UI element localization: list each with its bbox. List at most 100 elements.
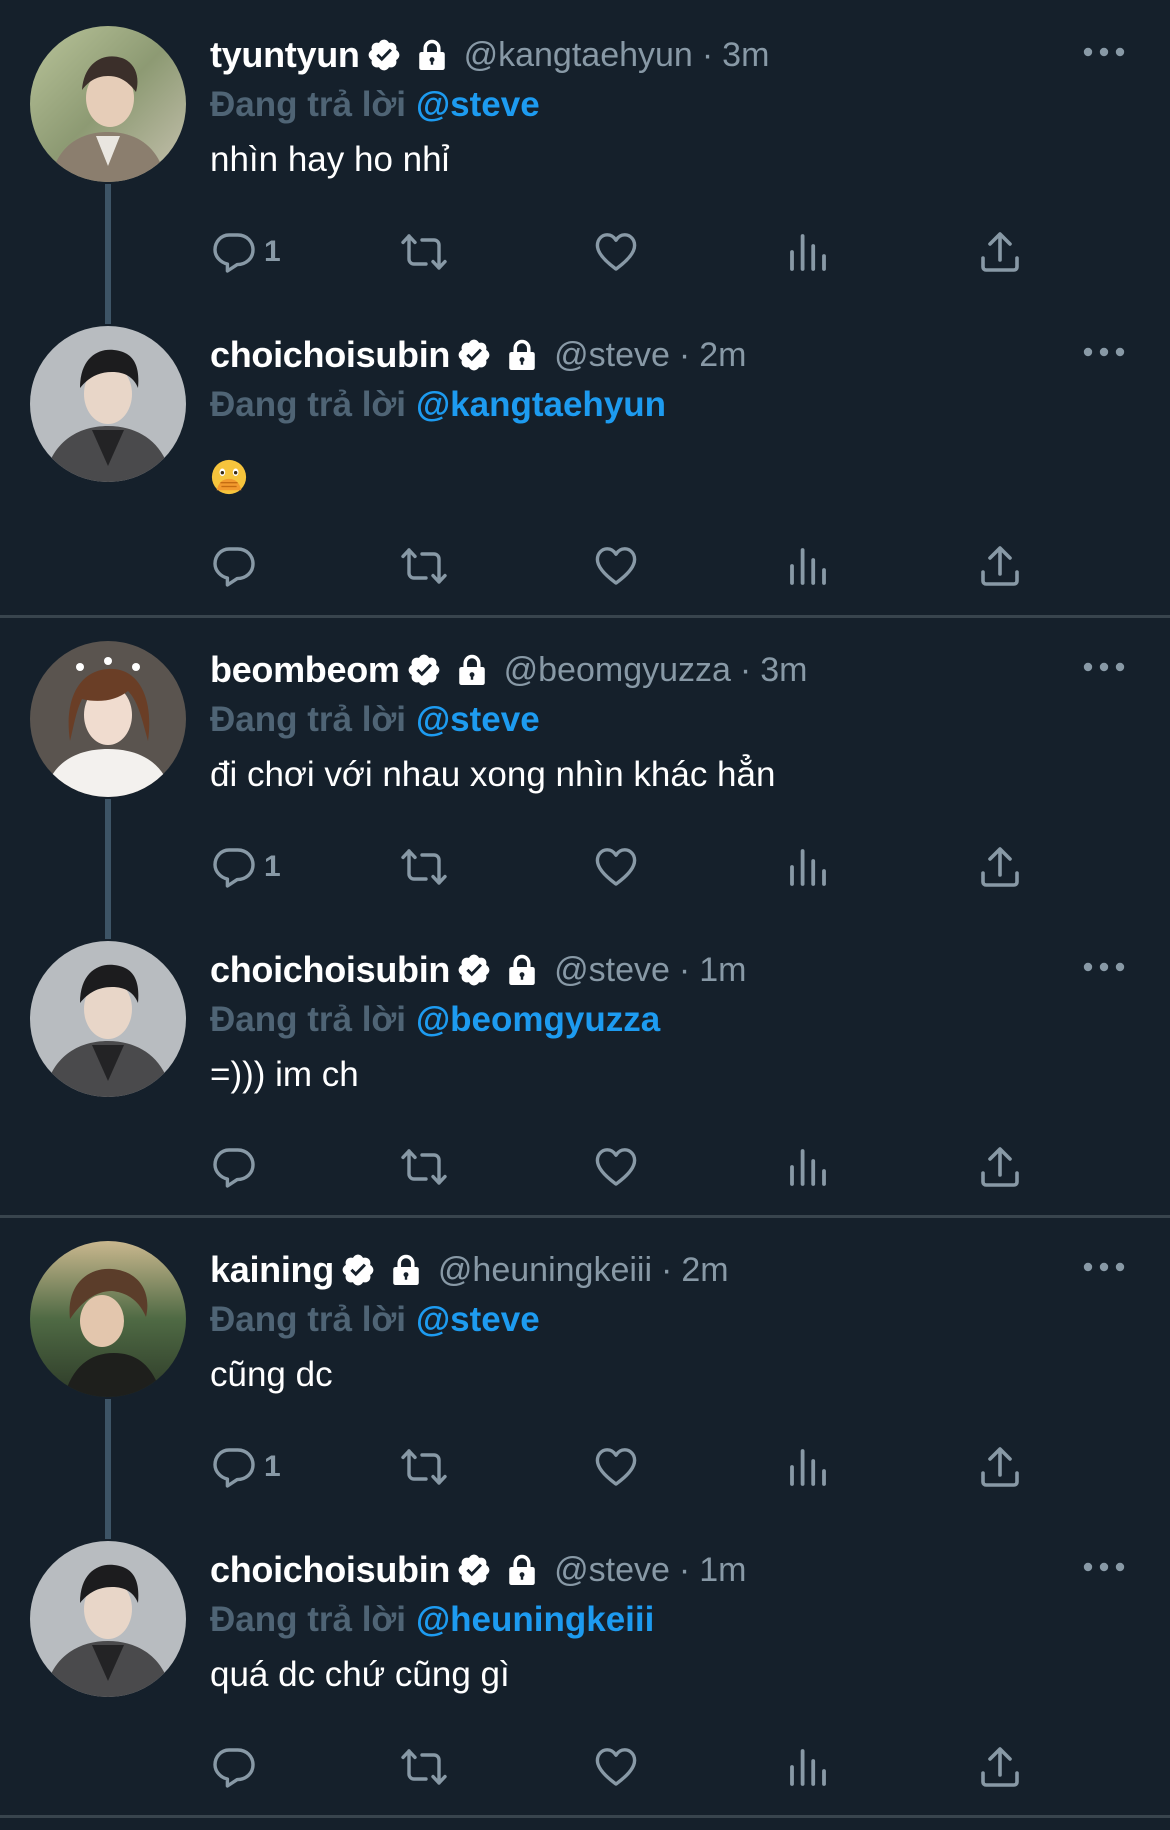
reply-button[interactable]: 1 (210, 837, 281, 897)
timestamp[interactable]: 2m (681, 1251, 728, 1290)
mention-link[interactable]: @beomgyuzza (416, 1000, 660, 1040)
lock-icon (504, 337, 540, 373)
avatar[interactable] (30, 1541, 186, 1697)
tweet-actions: 1 (210, 837, 1050, 897)
reply-icon (210, 843, 258, 891)
analytics-button[interactable] (784, 1437, 832, 1497)
tweet-actions: 1 (210, 1437, 1050, 1497)
reply-button[interactable]: 1 (210, 1437, 281, 1497)
user-handle[interactable]: @heuningkeiii (438, 1251, 652, 1290)
like-icon (592, 1743, 640, 1791)
reply-count: 1 (264, 235, 281, 268)
share-button[interactable] (976, 1437, 1024, 1497)
tweet[interactable]: kaining @heuningkeiii · 2m Đang trả lời … (0, 1215, 1170, 1515)
like-icon (592, 1143, 640, 1191)
thread-divider (0, 1815, 1170, 1818)
like-button[interactable] (592, 536, 640, 596)
analytics-button[interactable] (784, 837, 832, 897)
more-options-icon[interactable] (1082, 657, 1126, 677)
retweet-button[interactable] (400, 536, 448, 596)
avatar[interactable] (30, 326, 186, 482)
user-handle[interactable]: @steve (554, 1551, 670, 1590)
tweet-text: cũng dc (210, 1355, 333, 1394)
like-button[interactable] (592, 1437, 640, 1497)
timestamp[interactable]: 1m (699, 1551, 746, 1590)
retweet-button[interactable] (400, 1137, 448, 1197)
reply-button[interactable] (210, 1737, 258, 1797)
user-handle[interactable]: @beomgyuzza (504, 651, 731, 690)
tweet[interactable]: tyuntyun @kangtaehyun · 3m Đang trả lời … (0, 0, 1170, 300)
share-button[interactable] (976, 536, 1024, 596)
share-button[interactable] (976, 1737, 1024, 1797)
mention-link[interactable]: @heuningkeiii (416, 1600, 654, 1640)
lock-icon (388, 1252, 424, 1288)
display-name[interactable]: choichoisubin (210, 1549, 450, 1591)
more-options-icon[interactable] (1082, 1257, 1126, 1277)
timestamp[interactable]: 3m (760, 651, 807, 690)
avatar[interactable] (30, 26, 186, 182)
tweet[interactable]: choichoisubin @steve · 1m Đang trả lời @… (0, 915, 1170, 1215)
tweet[interactable]: choichoisubin @steve · 2m Đang trả lời @… (0, 300, 1170, 615)
share-button[interactable] (976, 1137, 1024, 1197)
verified-icon (456, 337, 492, 373)
analytics-button[interactable] (784, 1737, 832, 1797)
tweet[interactable]: beombeom @beomgyuzza · 3m Đang trả lời @… (0, 615, 1170, 915)
avatar[interactable] (30, 641, 186, 797)
retweet-button[interactable] (400, 1437, 448, 1497)
tweet-header: beombeom @beomgyuzza · 3m (210, 645, 807, 695)
retweet-button[interactable] (400, 222, 448, 282)
like-button[interactable] (592, 1137, 640, 1197)
replying-to-label: Đang trả lời (210, 1600, 407, 1639)
display-name[interactable]: kaining (210, 1249, 334, 1291)
like-button[interactable] (592, 222, 640, 282)
more-options-icon[interactable] (1082, 42, 1126, 62)
analytics-button[interactable] (784, 1137, 832, 1197)
avatar[interactable] (30, 941, 186, 1097)
user-handle[interactable]: @steve (554, 336, 670, 375)
share-button[interactable] (976, 222, 1024, 282)
share-button[interactable] (976, 837, 1024, 897)
display-name[interactable]: tyuntyun (210, 34, 360, 76)
more-options-icon[interactable] (1082, 1557, 1126, 1577)
tweet-text: nhìn hay ho nhỉ (210, 140, 450, 179)
analytics-icon (784, 1743, 832, 1791)
mention-link[interactable]: @kangtaehyun (416, 385, 666, 425)
avatar-image (30, 941, 186, 1097)
reply-icon (210, 228, 258, 276)
tweet-header: kaining @heuningkeiii · 2m (210, 1245, 729, 1295)
reply-button[interactable] (210, 1137, 258, 1197)
more-options-icon[interactable] (1082, 957, 1126, 977)
mention-link[interactable]: @steve (416, 85, 540, 125)
reply-button[interactable]: 1 (210, 222, 281, 282)
retweet-button[interactable] (400, 837, 448, 897)
display-name[interactable]: beombeom (210, 649, 400, 691)
tweet-actions (210, 1737, 1050, 1797)
lock-icon (414, 37, 450, 73)
timestamp[interactable]: 2m (699, 336, 746, 375)
retweet-button[interactable] (400, 1737, 448, 1797)
avatar[interactable] (30, 1241, 186, 1397)
replying-to: Đang trả lời @steve (210, 1295, 540, 1345)
user-handle[interactable]: @kangtaehyun (464, 36, 693, 75)
mention-link[interactable]: @steve (416, 700, 540, 740)
timestamp[interactable]: 3m (722, 36, 769, 75)
user-handle[interactable]: @steve (554, 951, 670, 990)
like-button[interactable] (592, 837, 640, 897)
analytics-button[interactable] (784, 222, 832, 282)
reply-button[interactable] (210, 536, 258, 596)
analytics-button[interactable] (784, 536, 832, 596)
display-name[interactable]: choichoisubin (210, 949, 450, 991)
display-name[interactable]: choichoisubin (210, 334, 450, 376)
more-options-icon[interactable] (1082, 342, 1126, 362)
like-button[interactable] (592, 1737, 640, 1797)
replying-to-label: Đang trả lời (210, 1000, 407, 1039)
avatar-image (30, 1541, 186, 1697)
mention-link[interactable]: @steve (416, 1300, 540, 1340)
reply-icon (210, 1143, 258, 1191)
verified-icon (406, 652, 442, 688)
analytics-icon (784, 1143, 832, 1191)
tweet[interactable]: choichoisubin @steve · 1m Đang trả lời @… (0, 1515, 1170, 1815)
timestamp[interactable]: 1m (699, 951, 746, 990)
tweet-emoji (210, 458, 248, 496)
lock-icon (454, 652, 490, 688)
